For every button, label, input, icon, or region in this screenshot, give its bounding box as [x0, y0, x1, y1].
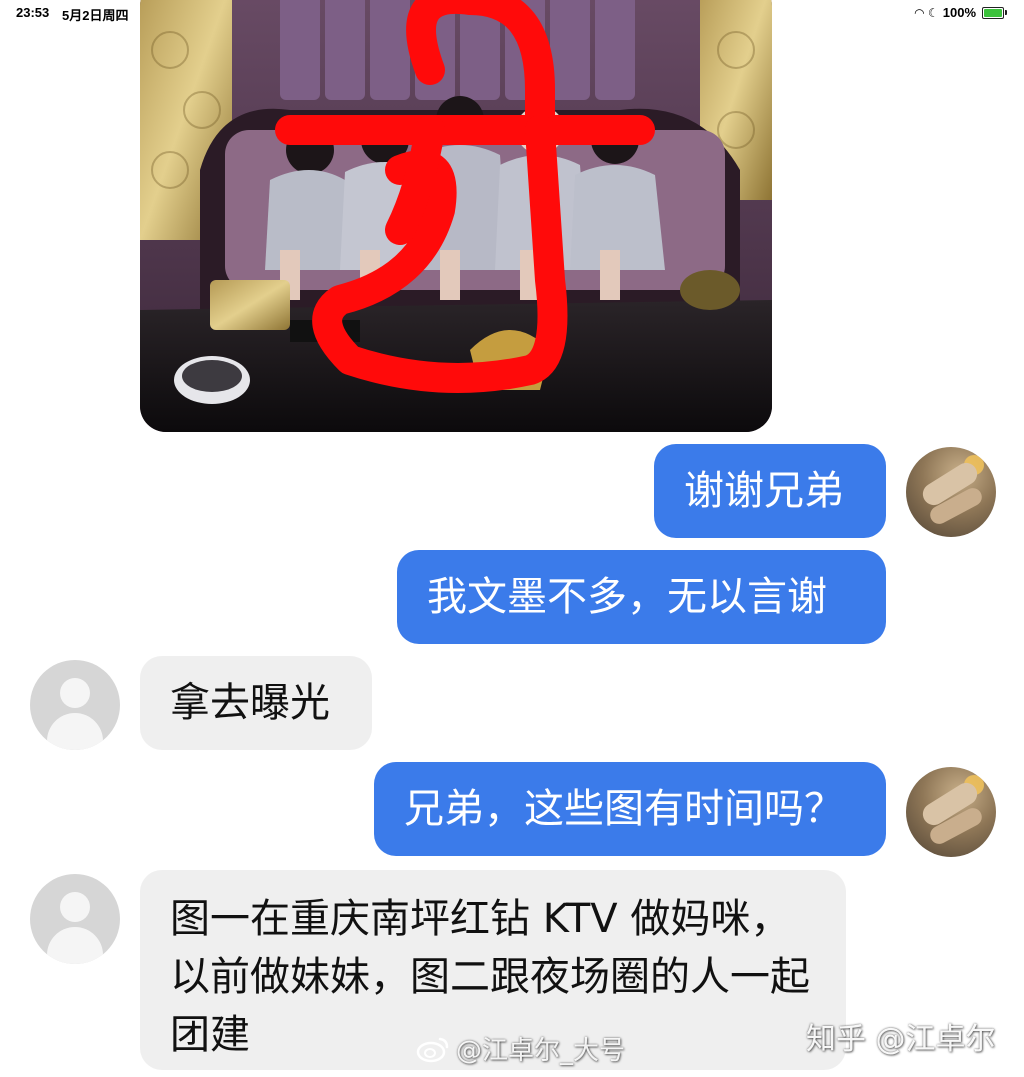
message-text: 谢谢兄弟: [684, 468, 844, 514]
message-text: 我文墨不多，无以言谢: [427, 574, 827, 620]
weibo-watermark-text: @江卓尔_大号: [456, 1036, 626, 1066]
zhihu-watermark: 知乎 @江卓尔: [806, 1022, 996, 1057]
status-indicators: ◠ ☾ 100%: [914, 5, 1007, 20]
moon-icon: ☾: [927, 5, 939, 20]
status-time: 23:53: [16, 5, 50, 20]
status-date: 5月2日周四: [62, 8, 129, 23]
battery-percent: 100%: [942, 5, 976, 20]
avatar-self[interactable]: [906, 447, 996, 537]
default-avatar-head-icon: [60, 678, 90, 708]
avatar-contact[interactable]: [30, 660, 120, 750]
weibo-watermark: @江卓尔_大号: [416, 1030, 625, 1067]
avatar-contact[interactable]: [30, 874, 120, 964]
default-avatar-body-icon: [47, 927, 103, 964]
message-text: 拿去曝光: [170, 680, 330, 726]
message-bubble-incoming[interactable]: 拿去曝光: [140, 656, 372, 750]
default-avatar-head-icon: [60, 892, 90, 922]
default-avatar-body-icon: [47, 713, 103, 750]
weibo-logo-icon: [416, 1035, 450, 1063]
shared-photo[interactable]: [140, 0, 772, 432]
message-bubble-outgoing[interactable]: 我文墨不多，无以言谢: [397, 550, 886, 644]
message-bubble-outgoing[interactable]: 谢谢兄弟: [654, 444, 886, 538]
message-bubble-outgoing[interactable]: 兄弟，这些图有时间吗？: [374, 762, 886, 856]
wifi-icon: ◠: [914, 5, 924, 20]
photo-illustration: [140, 0, 772, 432]
battery-charging-icon: [982, 6, 1007, 19]
avatar-self[interactable]: [906, 767, 996, 857]
message-text: 兄弟，这些图有时间吗？: [404, 786, 844, 832]
